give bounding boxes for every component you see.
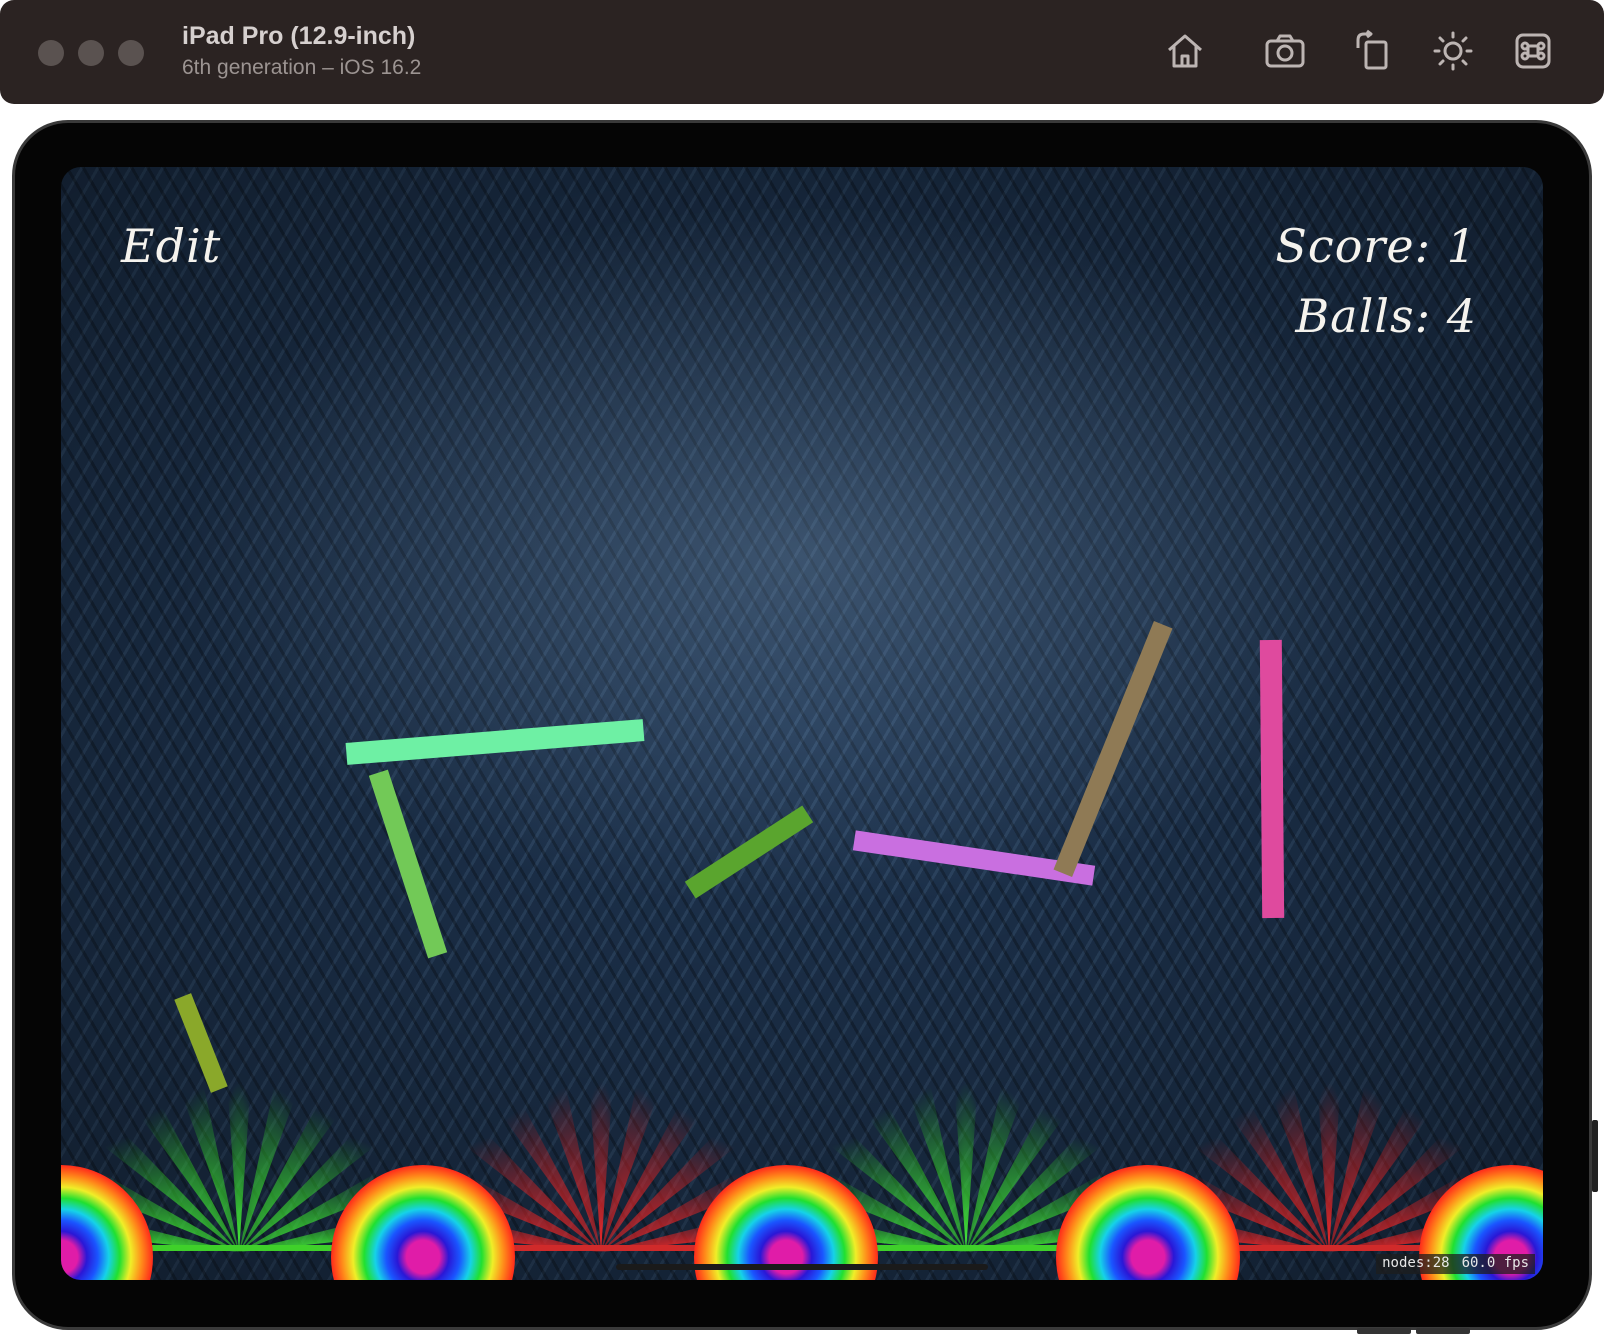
screenshot-icon[interactable] <box>1262 28 1308 74</box>
olive-bar[interactable] <box>174 993 228 1093</box>
rainbow-bouncer <box>694 1165 878 1280</box>
hardware-button <box>1357 1328 1411 1334</box>
green-bar-b[interactable] <box>684 805 814 899</box>
mint-bar[interactable] <box>345 719 645 765</box>
rainbow-bouncer <box>61 1165 153 1280</box>
node-count: nodes:28 <box>1376 1254 1456 1274</box>
simulator-title-bar: iPad Pro (12.9-inch) 6th generation – iO… <box>0 0 1604 104</box>
debug-stats: nodes:28 60.0 fps <box>1376 1254 1535 1274</box>
volume-button <box>1592 1120 1598 1192</box>
pink-bar[interactable] <box>1259 639 1285 919</box>
rainbow-bouncer <box>331 1165 515 1280</box>
device-name: iPad Pro (12.9-inch) <box>182 22 416 50</box>
command-icon[interactable] <box>1510 28 1556 74</box>
close-window-button[interactable] <box>38 40 64 66</box>
home-indicator[interactable] <box>616 1264 988 1270</box>
rotate-icon[interactable] <box>1350 28 1396 74</box>
balls-label: Balls: 4 <box>1295 289 1477 343</box>
edit-button[interactable]: Edit <box>121 219 221 273</box>
game-screen[interactable]: Edit Score: 1 Balls: 4 nodes:28 60.0 fps <box>61 167 1543 1280</box>
minimize-window-button[interactable] <box>78 40 104 66</box>
score-label: Score: 1 <box>1275 219 1477 273</box>
brightness-icon[interactable] <box>1430 28 1476 74</box>
hardware-button <box>1416 1328 1470 1334</box>
zoom-window-button[interactable] <box>118 40 144 66</box>
fps-counter: 60.0 fps <box>1455 1254 1535 1274</box>
device-subtitle: 6th generation – iOS 16.2 <box>182 56 422 79</box>
home-icon[interactable] <box>1162 28 1208 74</box>
brown-bar[interactable] <box>1053 621 1173 877</box>
green-bar-a[interactable] <box>368 769 448 959</box>
rainbow-bouncer <box>1056 1165 1240 1280</box>
